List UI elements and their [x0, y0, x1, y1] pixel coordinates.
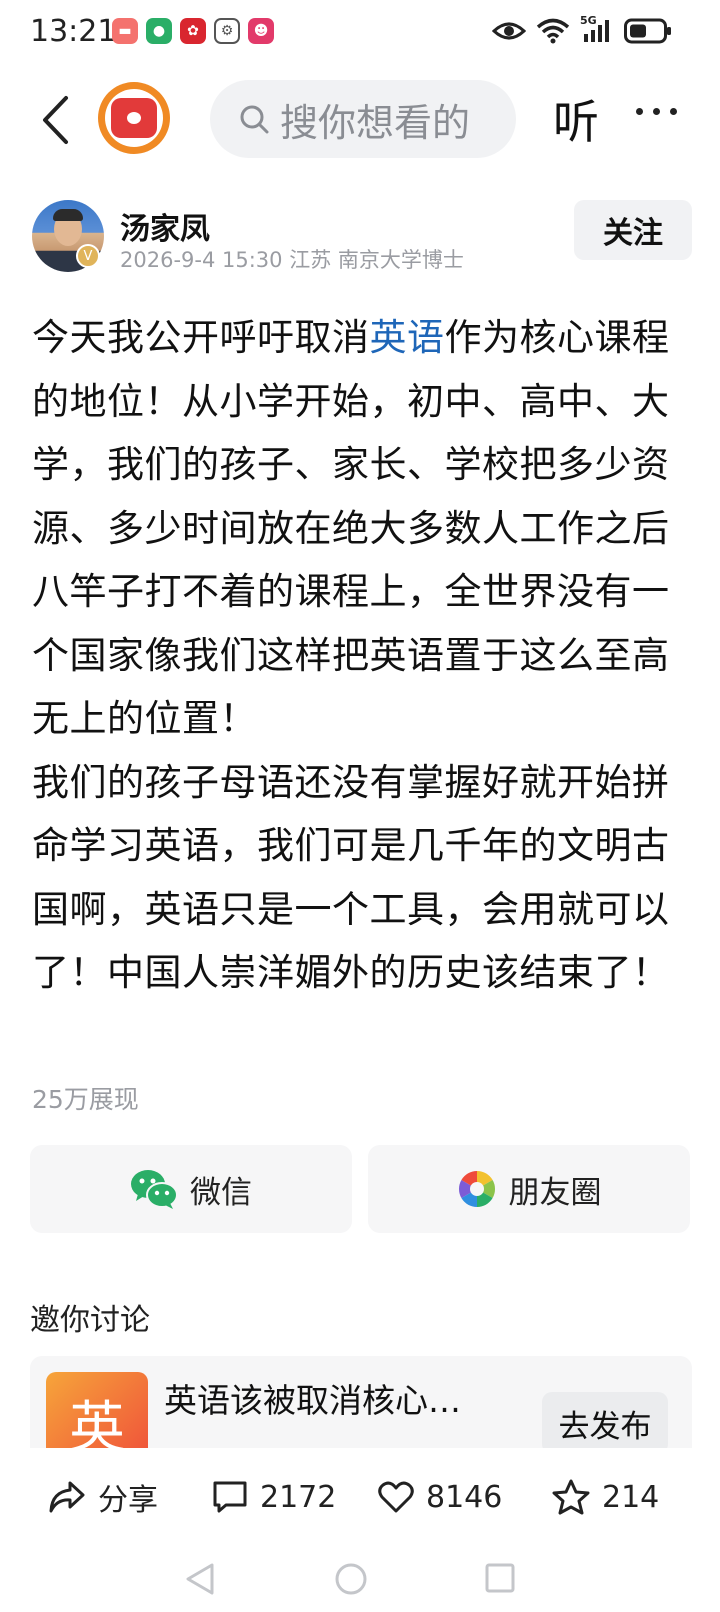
gear-notification-icon: ⚙	[214, 18, 240, 44]
share-moments-button[interactable]: 朋友圈	[368, 1145, 690, 1233]
favorite-button[interactable]: 214	[552, 1479, 659, 1515]
verified-badge-icon: V	[76, 244, 100, 268]
nav-back-button[interactable]	[184, 1562, 216, 1600]
app-logo[interactable]	[98, 82, 170, 154]
post-text: 今天我公开呼吁取消	[32, 316, 370, 359]
discussion-topic-card[interactable]: 英 英语该被取消核心… 去发布	[30, 1356, 692, 1448]
nav-home-button[interactable]	[334, 1562, 368, 1600]
post-meta: 2026-9-4 15:30 江苏 南京大学博士	[120, 248, 464, 272]
topic-thumbnail: 英	[46, 1372, 148, 1448]
back-button[interactable]	[30, 90, 80, 150]
notification-app-icon: ▬	[112, 18, 138, 44]
top-navigation-bar: 搜你想看的 听	[0, 80, 720, 160]
follow-button[interactable]: 关注	[574, 200, 692, 260]
listen-button[interactable]: 听	[553, 86, 599, 152]
notification-app-icon: ✿	[180, 18, 206, 44]
triangle-back-icon	[186, 1563, 214, 1595]
share-arrow-icon	[49, 1481, 85, 1513]
wechat-icon	[131, 1170, 178, 1209]
like-button[interactable]: 8146	[378, 1480, 502, 1515]
notification-app-icon: ☻	[248, 18, 274, 44]
network-type-label: 5G	[580, 14, 597, 27]
share-moments-label: 朋友圈	[508, 1174, 602, 1211]
share-wechat-button[interactable]: 微信	[30, 1145, 352, 1233]
status-indicators: 5G	[492, 14, 672, 44]
comment-count: 2172	[260, 1479, 337, 1515]
dot	[636, 108, 643, 115]
share-label: 分享	[98, 1483, 158, 1518]
dot	[670, 108, 677, 115]
wifi-icon	[536, 18, 570, 44]
eye-icon	[492, 19, 526, 43]
author-name[interactable]: 汤家凤	[120, 204, 210, 248]
favorite-count: 214	[602, 1479, 660, 1515]
search-input[interactable]: 搜你想看的	[210, 80, 516, 158]
status-bar: 13:21 ▬ ● ✿ ⚙ ☻ 5G	[0, 0, 720, 70]
search-placeholder: 搜你想看的	[280, 100, 471, 145]
discussion-title: 邀你讨论	[30, 1303, 150, 1338]
topic-link[interactable]: 英语	[370, 316, 445, 359]
wechat-notification-icon: ●	[146, 18, 172, 44]
dot	[653, 108, 660, 115]
publish-button[interactable]: 去发布	[542, 1392, 668, 1448]
like-count: 8146	[426, 1479, 503, 1515]
share-button[interactable]: 分享	[48, 1475, 158, 1519]
comment-button[interactable]: 2172	[212, 1480, 336, 1515]
post-content: 今天我公开呼吁取消英语作为核心课程的地位！从小学开始，初中、高中、大学，我们的孩…	[32, 306, 692, 1005]
heart-icon	[378, 1481, 414, 1513]
comment-icon	[213, 1481, 247, 1513]
post-text: 作为核心课程的地位！从小学开始，初中、高中、大学，我们的孩子、家长、学校把多少资…	[32, 316, 670, 740]
status-time: 13:21	[30, 14, 117, 49]
star-icon	[552, 1479, 590, 1515]
notification-icons: ▬ ● ✿ ⚙ ☻	[112, 18, 274, 44]
share-row: 微信 朋友圈	[30, 1145, 690, 1233]
signal-icon: 5G	[580, 14, 614, 44]
battery-icon	[624, 18, 672, 44]
nav-recents-button[interactable]	[484, 1562, 516, 1598]
topic-title: 英语该被取消核心…	[164, 1381, 461, 1420]
system-navigation-bar	[0, 1548, 720, 1612]
chevron-left-icon	[43, 96, 68, 144]
author-row: 汤家凤 2026-9-4 15:30 江苏 南京大学博士 关注	[0, 200, 720, 280]
view-count: 25万展现	[32, 1085, 139, 1114]
more-options-button[interactable]	[636, 108, 677, 115]
square-recents-icon	[485, 1563, 515, 1593]
bottom-action-bar: 分享 2172 8146 214	[0, 1448, 720, 1546]
circle-home-icon	[335, 1563, 367, 1595]
post-paragraph: 我们的孩子母语还没有掌握好就开始拼命学习英语，我们可是几千年的文明古国啊，英语只…	[32, 760, 670, 995]
moments-icon	[458, 1171, 495, 1207]
search-icon	[240, 105, 269, 134]
share-wechat-label: 微信	[190, 1174, 252, 1211]
